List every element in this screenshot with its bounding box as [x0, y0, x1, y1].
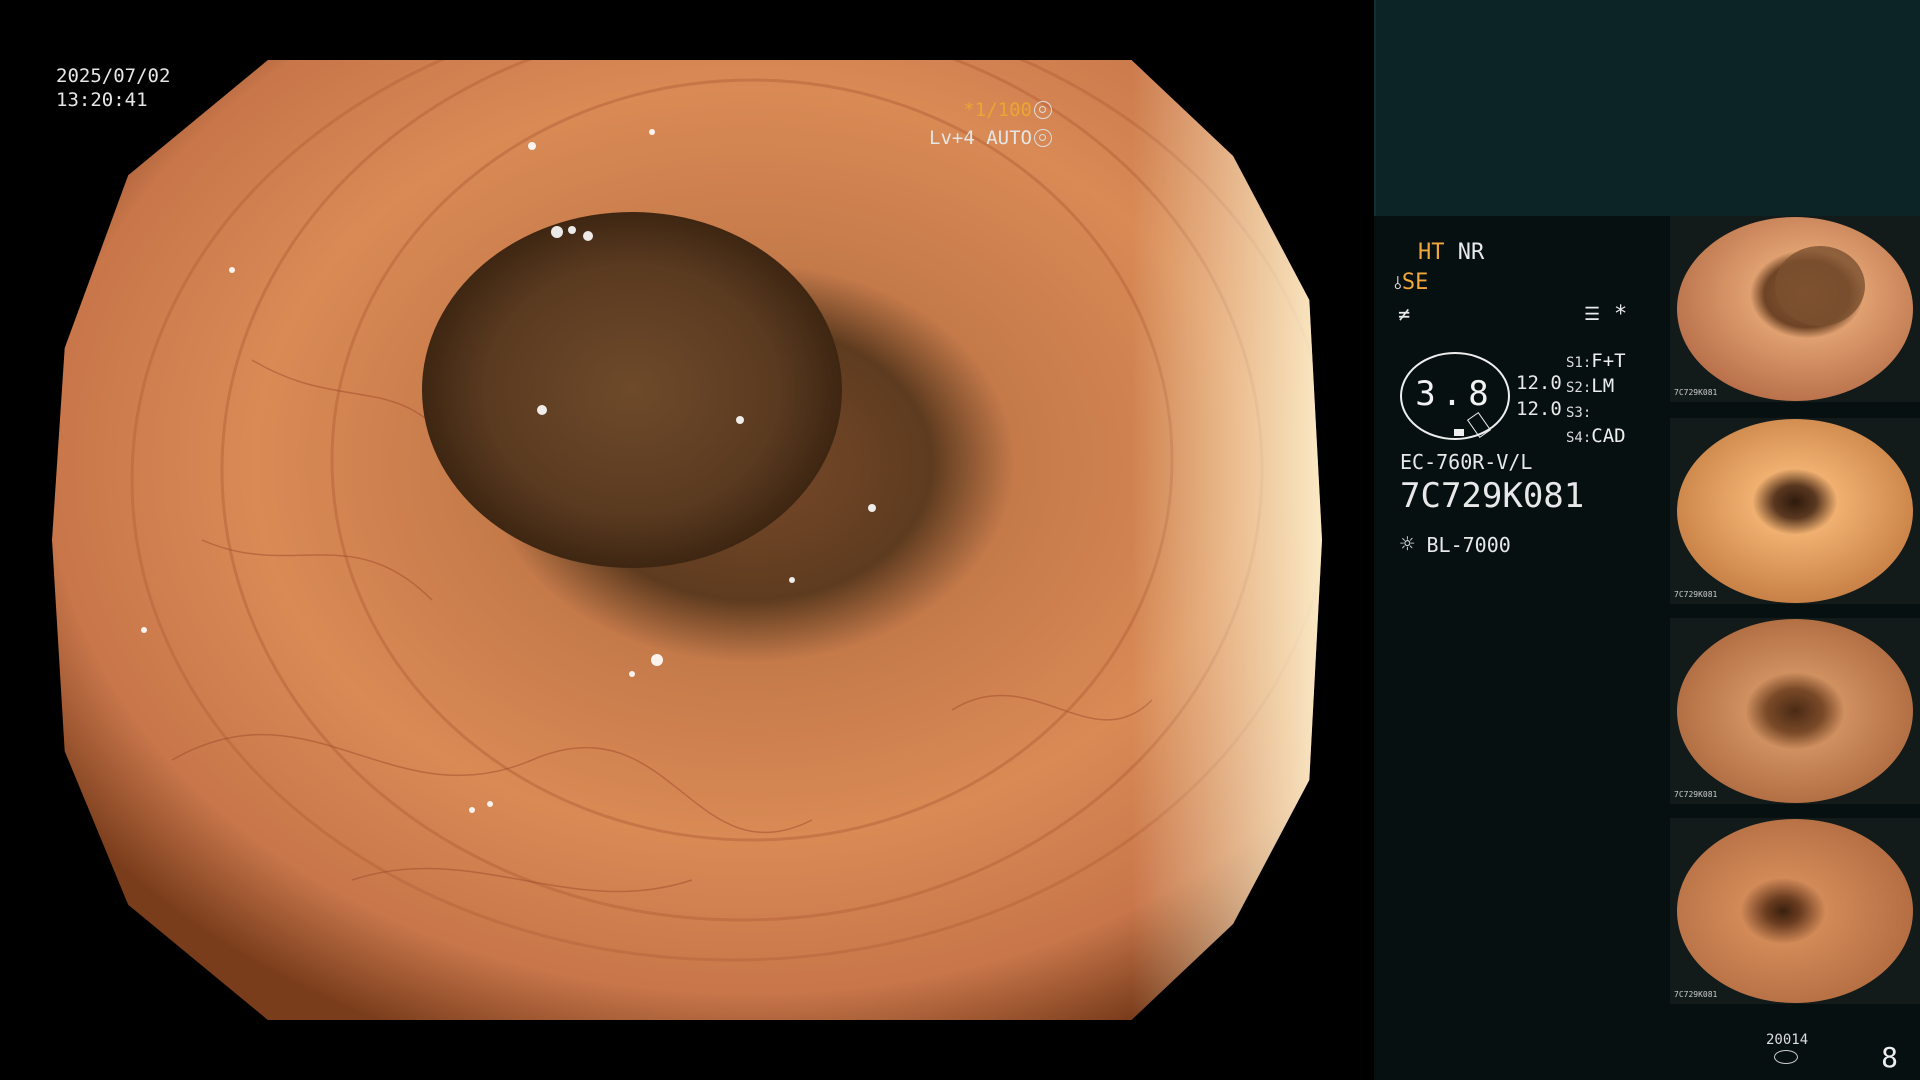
slot-key: S3: — [1566, 405, 1592, 421]
endoscope-main-view: 2025/07/02 13:20:41 *1/100 Lv+4 AUTO — [0, 0, 1374, 1080]
capture-thumbnail[interactable]: 7C729K081 — [1670, 216, 1920, 402]
slot-value: CAD — [1591, 425, 1626, 447]
capture-thumbnail[interactable]: 7C729K081 — [1670, 818, 1920, 1004]
record-id: 20014 — [1766, 1032, 1809, 1048]
settings-list-icon: ☰ — [1584, 304, 1601, 325]
date-time-readout: 2025/07/02 13:20:41 — [56, 64, 170, 112]
star-indicator: * — [1614, 302, 1628, 327]
slot-key: S2: — [1566, 380, 1592, 396]
shutter-readout: *1/100 — [963, 98, 1052, 122]
gauge-marker — [1454, 429, 1464, 436]
value-2: 12.0 — [1516, 398, 1562, 420]
capture-thumbnail[interactable]: 7C729K081 — [1670, 418, 1920, 604]
slot-value: F+T — [1591, 350, 1626, 372]
endoscopic-image — [52, 60, 1322, 1020]
exposure-text: Lv+4 AUTO — [929, 127, 1032, 149]
color-tone-icon: ≠ — [1398, 302, 1411, 326]
slot-value: LM — [1591, 375, 1615, 397]
slot-key: S4: — [1566, 430, 1592, 446]
gauge-value: 3.8 — [1415, 374, 1495, 414]
light-source-name: BL-7000 — [1426, 533, 1511, 557]
slot-key: S1: — [1566, 355, 1592, 371]
thumbnail-label: 7C729K081 — [1674, 590, 1718, 599]
thumbnail-label: 7C729K081 — [1674, 790, 1718, 799]
nr-indicator: NR — [1457, 240, 1485, 265]
capture-thumbnail[interactable]: 7C729K081 — [1670, 618, 1920, 804]
iris-icon — [1034, 129, 1052, 147]
exposure-readout: Lv+4 AUTO — [929, 126, 1052, 150]
capture-count: 8 — [1881, 1041, 1898, 1074]
aperture-icon — [1034, 101, 1052, 119]
se-indicator: SE — [1401, 270, 1429, 295]
zoom-gauge: 3.8 — [1400, 352, 1510, 440]
light-source-icon: ☼ — [1400, 530, 1415, 558]
shutter-text: *1/100 — [963, 99, 1032, 121]
thumbnail-label: 7C729K081 — [1674, 388, 1718, 397]
enhancement-icon: ⫰ — [1394, 273, 1402, 294]
panel-header-area — [1374, 0, 1920, 216]
time-text: 13:20:41 — [56, 89, 148, 111]
storage-disk-icon — [1774, 1050, 1798, 1064]
value-1: 12.0 — [1516, 372, 1562, 394]
ht-indicator: HT — [1418, 240, 1445, 265]
date-text: 2025/07/02 — [56, 65, 171, 87]
thumbnail-label: 7C729K081 — [1674, 990, 1718, 999]
scope-model: EC-760R-V/L — [1400, 450, 1533, 474]
scope-serial: 7C729K081 — [1400, 476, 1585, 516]
